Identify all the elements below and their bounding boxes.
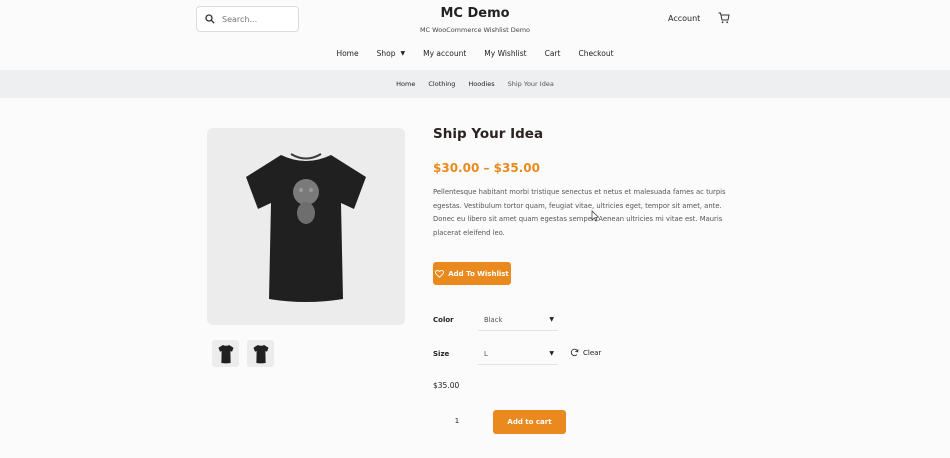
account-link[interactable]: Account: [668, 14, 700, 23]
nav-label: My Wishlist: [484, 49, 527, 58]
breadcrumb-home[interactable]: Home: [396, 80, 415, 88]
nav-item-home[interactable]: Home: [327, 49, 367, 58]
size-value: L: [484, 349, 488, 358]
site-tagline: MC WooCommerce Wishlist Demo: [419, 26, 531, 34]
add-to-wishlist-button[interactable]: Add To Wishlist: [433, 262, 511, 285]
chevron-down-icon: ▼: [400, 50, 406, 57]
nav-item-checkout[interactable]: Checkout: [569, 49, 622, 58]
breadcrumb-current: Ship Your Idea: [507, 80, 554, 88]
nav-label: Checkout: [578, 49, 614, 58]
clear-label: Clear: [583, 348, 602, 357]
product-description: Pellentesque habitant morbi tristique se…: [433, 188, 726, 237]
breadcrumb-clothing[interactable]: Clothing: [428, 80, 455, 88]
price-range: $30.00 – $35.00: [433, 161, 540, 175]
product-thumbnail[interactable]: [247, 340, 274, 367]
nav-item-my-account[interactable]: My account: [414, 49, 475, 58]
chevron-down-icon: ▼: [549, 316, 554, 323]
nav-item-my-wishlist[interactable]: My Wishlist: [475, 49, 535, 58]
nav-label: My account: [423, 49, 467, 58]
product-title: Ship Your Idea: [433, 126, 544, 142]
quantity-input[interactable]: 1: [433, 412, 481, 430]
breadcrumb-hoodies[interactable]: Hoodies: [468, 80, 494, 88]
cursor-icon: [591, 210, 599, 222]
nav-item-cart[interactable]: Cart: [536, 49, 570, 58]
product-thumbnail[interactable]: [212, 340, 239, 367]
nav-item-shop[interactable]: Shop ▼: [368, 49, 415, 58]
product-image[interactable]: [207, 128, 405, 325]
tshirt-icon: [253, 344, 268, 363]
tshirt-icon: [218, 344, 233, 363]
color-select[interactable]: Black ▼: [478, 309, 558, 331]
breadcrumb: Home Clothing Hoodies Ship Your Idea: [0, 70, 950, 98]
add-to-cart-button[interactable]: Add to cart: [493, 410, 566, 434]
refresh-icon: [570, 348, 579, 357]
clear-selection-link[interactable]: Clear: [570, 348, 601, 357]
chevron-down-icon: ▼: [549, 350, 554, 357]
main-nav: Home Shop ▼ My account My Wishlist Cart C…: [0, 49, 950, 58]
cart-icon[interactable]: [718, 12, 730, 24]
tshirt-icon: [246, 152, 366, 302]
nav-label: Shop: [376, 49, 396, 58]
nav-label: Home: [336, 49, 359, 58]
site-title[interactable]: MC Demo: [0, 6, 950, 21]
color-value: Black: [484, 315, 503, 324]
nav-label: Cart: [544, 49, 561, 58]
size-select[interactable]: L ▼: [478, 343, 558, 365]
size-label: Size: [433, 350, 450, 358]
wishlist-label: Add To Wishlist: [448, 269, 509, 278]
variation-price: $35.00: [433, 381, 460, 390]
heart-icon: [435, 269, 445, 278]
color-label: Color: [433, 316, 454, 324]
